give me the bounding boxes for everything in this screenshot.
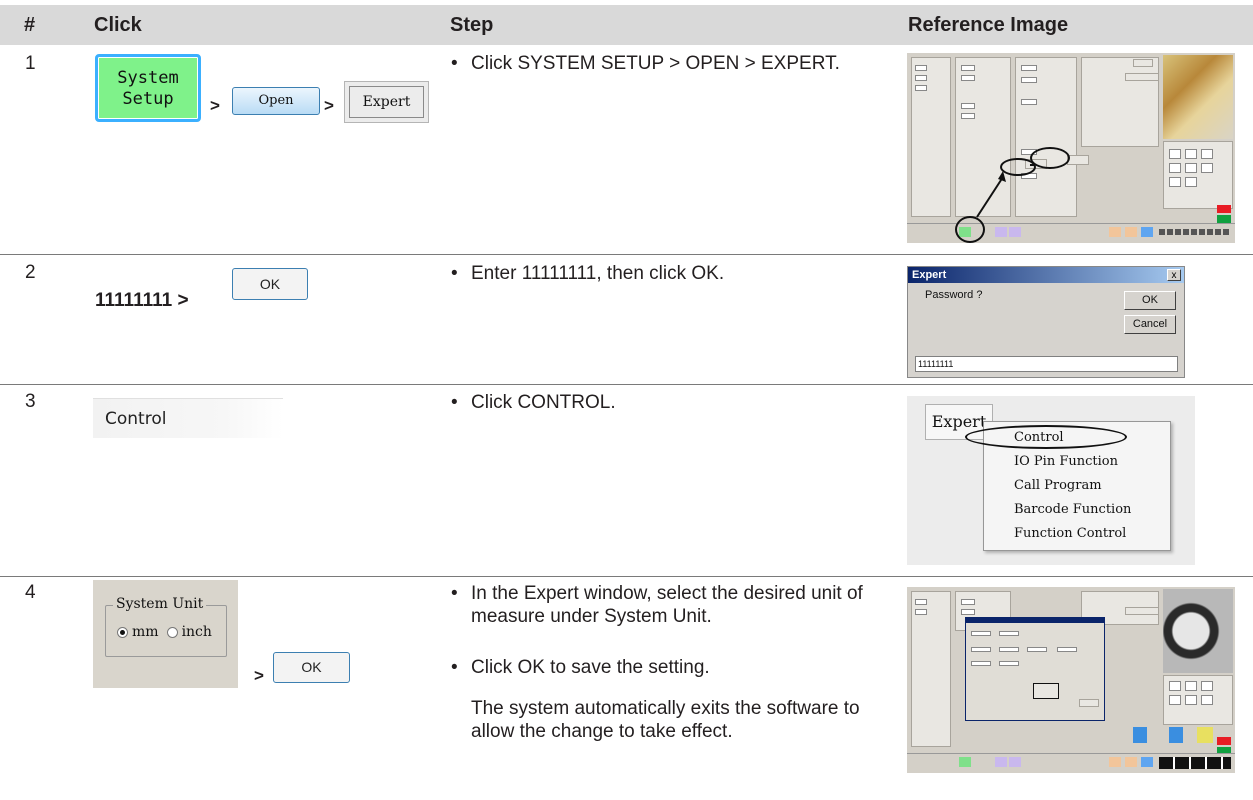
step-item: • Enter 11111111, then click OK. [451, 262, 881, 285]
dialog-ok-button: OK [1124, 291, 1176, 310]
key [1185, 695, 1197, 705]
bullet: • [451, 657, 458, 678]
step-text: Click OK to save the setting. [471, 657, 710, 678]
password-field: 11111111 [915, 356, 1178, 372]
password-dialog: Expert x Password ? OK Cancel 11111111 [907, 266, 1185, 378]
field [999, 647, 1019, 652]
button [1125, 607, 1159, 615]
menu-item-io-pin-function: IO Pin Function [1014, 454, 1118, 469]
camera-view [1163, 589, 1233, 673]
field [1057, 647, 1077, 652]
system-unit-group: System Unit mm inch [93, 580, 238, 688]
software-window [907, 587, 1235, 773]
bullet: • [451, 263, 458, 284]
toolbar-button [959, 757, 971, 767]
field [961, 609, 975, 615]
password-entry: 11111111 > [95, 290, 189, 311]
bullet: • [451, 583, 458, 604]
header-step: Step [450, 14, 494, 36]
ok-button: OK [273, 652, 350, 683]
dialog-title: Expert [908, 267, 1184, 283]
open-button: Open [232, 87, 320, 115]
status-indicator [1217, 737, 1231, 745]
reference-image-system-setup [907, 53, 1235, 243]
radio-inch-label: inch [181, 624, 212, 640]
field [971, 661, 991, 666]
system-unit-label: System Unit [113, 596, 207, 612]
field [915, 609, 927, 615]
separator-arrow: > [254, 666, 264, 685]
radio-inch [166, 626, 178, 638]
header-reference-image: Reference Image [908, 14, 1069, 36]
toolbar-button [995, 757, 1007, 767]
header-click: Click [94, 14, 142, 36]
menu-item-call-program: Call Program [1014, 478, 1102, 493]
system-setup-button: System Setup [95, 54, 201, 122]
key [1169, 695, 1181, 705]
system-setup-label-line1: System [117, 68, 179, 88]
system-unit-group-thumb [1033, 683, 1059, 699]
key [1201, 681, 1213, 691]
field [915, 599, 927, 605]
step-item: • In the Expert window, select the desir… [451, 582, 891, 628]
step-item: • Click OK to save the setting. [451, 656, 891, 679]
menu-item-barcode-function: Barcode Function [1014, 502, 1132, 517]
header-num: # [24, 14, 36, 36]
instruction-table: # Click Step Reference Image 1 System Se… [0, 0, 1253, 800]
separator-arrow: > [324, 96, 334, 115]
step-text: Click SYSTEM SETUP > OPEN > EXPERT. [471, 53, 840, 74]
step-text: Enter 11111111, then click OK. [471, 263, 725, 284]
step-text: Click CONTROL. [471, 392, 616, 413]
bullet: • [451, 53, 458, 74]
row-number: 4 [25, 582, 36, 603]
radio-mm-label: mm [132, 624, 159, 640]
axis-button [1169, 727, 1183, 743]
unit-options: mm inch [117, 624, 212, 640]
key [1169, 681, 1181, 691]
row-divider [0, 384, 1253, 385]
toolbar-indicators [1159, 757, 1231, 769]
control-menu-item: Control [93, 398, 283, 438]
step-note: The system automatically exits the softw… [471, 698, 860, 742]
expert-button-focus-ring [349, 86, 424, 118]
field [999, 631, 1019, 636]
key [1201, 695, 1213, 705]
toolbar-button [1141, 757, 1153, 767]
field [971, 631, 991, 636]
menu-item-function-control: Function Control [1014, 526, 1127, 541]
axis-button [1133, 727, 1147, 743]
expert-button: Expert [344, 81, 429, 123]
step-item: • Click CONTROL. [451, 391, 881, 414]
bullet: • [451, 392, 458, 413]
toolbar-button [1009, 757, 1021, 767]
row-number: 1 [25, 53, 36, 74]
ok-button-thumb [1079, 699, 1099, 707]
separator-arrow: > [210, 96, 220, 115]
expert-window-titlebar [965, 617, 1105, 623]
row-number: 3 [25, 391, 36, 412]
ok-button: OK [232, 268, 308, 300]
row-number: 2 [25, 262, 36, 283]
close-icon: x [1167, 269, 1181, 281]
arrow-icon [976, 164, 1035, 218]
highlight-circle [965, 425, 1127, 449]
row-divider [0, 576, 1253, 577]
field [971, 647, 991, 652]
toolbar-button [1109, 757, 1121, 767]
password-prompt: Password ? [925, 289, 983, 301]
radio-mm [117, 626, 128, 638]
step-text: In the Expert window, select the desired… [471, 583, 863, 627]
table-header: # Click Step Reference Image [0, 5, 1253, 45]
system-setup-label-line2: Setup [122, 89, 174, 109]
dialog-cancel-button: Cancel [1124, 315, 1176, 334]
field [1027, 647, 1047, 652]
field [999, 661, 1019, 666]
reference-image-expert-window [907, 587, 1235, 773]
field [961, 599, 975, 605]
row-divider [0, 254, 1253, 255]
toolbar-button [1125, 757, 1137, 767]
step-item: • Click SYSTEM SETUP > OPEN > EXPERT. [451, 52, 881, 75]
key [1185, 681, 1197, 691]
axis-button [1197, 727, 1213, 743]
